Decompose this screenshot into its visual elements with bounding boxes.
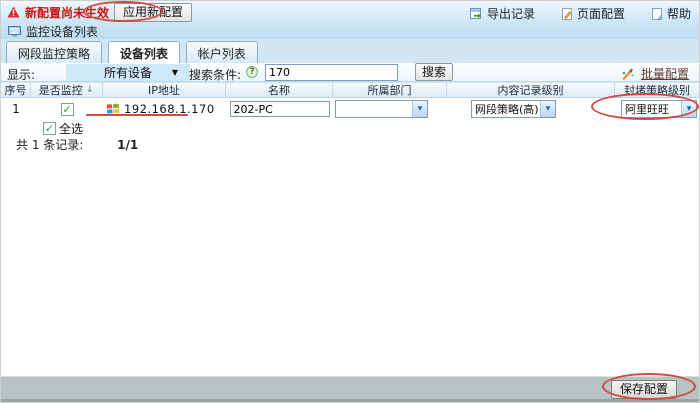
- chevron-down-icon: ▾: [681, 101, 696, 117]
- save-config-button[interactable]: 保存配置: [611, 380, 677, 399]
- block-level-dropdown[interactable]: 阿里旺旺 ▾: [621, 100, 697, 118]
- warning-icon: [7, 6, 20, 18]
- col-header-content-level: 内容记录级别: [447, 83, 615, 97]
- col-header-ip: IP地址: [103, 83, 226, 97]
- app-window: 新配置尚未生效 应用新配置 导出记录 页面配置 帮助: [0, 0, 700, 403]
- device-filter-dropdown[interactable]: 所有设备 ▼: [66, 64, 190, 81]
- col-header-monitor[interactable]: 是否监控 ↓: [31, 83, 103, 97]
- content-level-value: 网段策略(高): [472, 101, 540, 117]
- col-header-name: 名称: [226, 83, 333, 97]
- search-input[interactable]: [265, 64, 398, 81]
- top-toolbar: 新配置尚未生效 应用新配置 导出记录 页面配置 帮助: [1, 1, 699, 39]
- select-all-group: ✓ 全选: [43, 120, 83, 137]
- config-warning-text: 新配置尚未生效: [25, 4, 109, 21]
- col-header-department: 所属部门: [333, 83, 447, 97]
- record-count-label: 共 1 条记录:: [16, 138, 83, 152]
- export-records-action[interactable]: 导出记录: [470, 5, 535, 22]
- search-help-icon[interactable]: ?: [246, 66, 258, 78]
- page-config-label: 页面配置: [577, 5, 625, 22]
- sort-down-icon: ↓: [86, 85, 94, 95]
- col-header-block-level: 封堵策略级别: [615, 83, 699, 97]
- row-number: 1: [1, 102, 31, 116]
- monitor-checkbox[interactable]: ✓: [61, 103, 74, 116]
- block-level-value: 阿里旺旺: [622, 101, 681, 117]
- select-all-label: 全选: [59, 120, 83, 137]
- help-action[interactable]: 帮助: [651, 5, 691, 22]
- search-button[interactable]: 搜索: [415, 63, 453, 81]
- batch-config-icon: [621, 67, 635, 80]
- device-filter-value: 所有设备: [104, 64, 152, 81]
- table-header: 序号 是否监控 ↓ IP地址 名称 所属部门 内容记录级别 封堵策略级别: [1, 82, 699, 98]
- device-list-icon: [8, 26, 21, 37]
- table-row: 1 ✓ 192.168.1.170 ▾ 网段策略(高) ▾: [1, 99, 699, 119]
- top-action-group: 导出记录 页面配置 帮助: [470, 5, 691, 22]
- export-records-label: 导出记录: [487, 5, 535, 22]
- device-name-input[interactable]: [230, 101, 330, 117]
- chevron-down-icon: ▼: [172, 68, 178, 77]
- batch-config-link[interactable]: 批量配置: [641, 65, 689, 82]
- chevron-down-icon: ▾: [540, 101, 555, 117]
- help-icon: [651, 8, 663, 20]
- apply-config-button[interactable]: 应用新配置: [114, 3, 192, 22]
- content-level-dropdown[interactable]: 网段策略(高) ▾: [471, 100, 556, 118]
- select-all-checkbox[interactable]: ✓: [43, 122, 56, 135]
- windows-icon: [106, 103, 120, 115]
- col-header-monitor-label: 是否监控: [39, 82, 83, 98]
- page-config-action[interactable]: 页面配置: [561, 5, 625, 22]
- tab-segment-policy[interactable]: 网段监控策略: [6, 41, 102, 63]
- export-icon: [470, 8, 483, 20]
- tab-account-list[interactable]: 帐户列表: [186, 41, 258, 63]
- search-label: 搜索条件:: [189, 66, 241, 83]
- ip-address: 192.168.1.170: [124, 102, 215, 116]
- record-summary: 共 1 条记录: 1/1: [16, 136, 138, 153]
- section-header: 监控设备列表: [8, 23, 98, 40]
- department-dropdown[interactable]: ▾: [335, 100, 428, 118]
- help-label: 帮助: [667, 5, 691, 22]
- section-title: 监控设备列表: [26, 23, 98, 40]
- page-config-icon: [561, 8, 573, 20]
- chevron-down-icon: ▾: [412, 101, 427, 117]
- display-label: 显示:: [7, 66, 35, 83]
- filter-bar: 显示: 所有设备 ▼ 搜索条件: ? 搜索 批量配置 ?: [1, 63, 699, 82]
- col-header-no: 序号: [1, 83, 31, 97]
- tab-bar: 网段监控策略 设备列表 帐户列表: [1, 39, 699, 63]
- batch-config-group: 批量配置 ?: [621, 65, 689, 82]
- bottom-bar: 保存配置: [1, 376, 699, 402]
- page-indicator: 1/1: [117, 138, 138, 152]
- tab-device-list[interactable]: 设备列表: [108, 41, 180, 63]
- config-status-group: 新配置尚未生效 应用新配置: [7, 3, 192, 21]
